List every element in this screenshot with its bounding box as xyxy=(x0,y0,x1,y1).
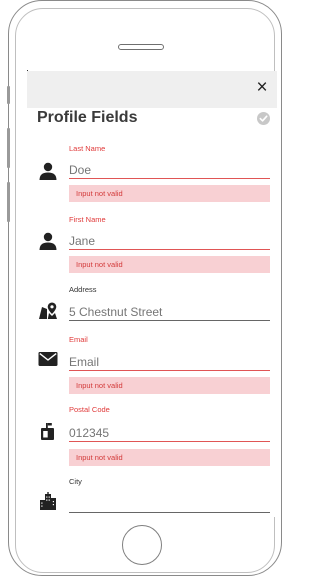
first-name-input[interactable] xyxy=(69,232,270,250)
first-name-error: Input not valid xyxy=(69,256,270,273)
city-label: City xyxy=(69,477,82,486)
check-icon xyxy=(257,112,270,125)
envelope-icon xyxy=(38,352,58,366)
volume-down-button xyxy=(7,182,10,222)
speaker-slot xyxy=(118,44,164,50)
first-name-label: First Name xyxy=(69,215,106,224)
mute-switch xyxy=(7,86,10,104)
email-error: Input not valid xyxy=(69,377,270,394)
address-input[interactable] xyxy=(69,303,270,321)
last-name-input[interactable] xyxy=(69,161,270,179)
header-bar: × xyxy=(27,71,277,108)
last-name-error: Input not valid xyxy=(69,185,270,202)
postal-code-error: Input not valid xyxy=(69,449,270,466)
postal-code-label: Postal Code xyxy=(69,405,110,414)
address-label: Address xyxy=(69,285,97,294)
email-input[interactable] xyxy=(69,353,270,371)
app-screen: × Profile Fields Last Name Input not val… xyxy=(27,71,277,517)
volume-up-button xyxy=(7,128,10,168)
email-label: Email xyxy=(69,335,88,344)
city-icon xyxy=(40,492,56,510)
postal-code-input[interactable] xyxy=(69,424,270,442)
mailbox-icon xyxy=(41,423,54,440)
close-button[interactable]: × xyxy=(253,78,271,97)
city-input[interactable] xyxy=(69,495,270,513)
last-name-label: Last Name xyxy=(69,144,106,153)
map-pin-icon xyxy=(39,302,57,319)
person-icon xyxy=(39,162,57,180)
person-icon xyxy=(39,232,57,250)
home-button[interactable] xyxy=(122,525,162,565)
page-title: Profile Fields xyxy=(37,109,138,126)
